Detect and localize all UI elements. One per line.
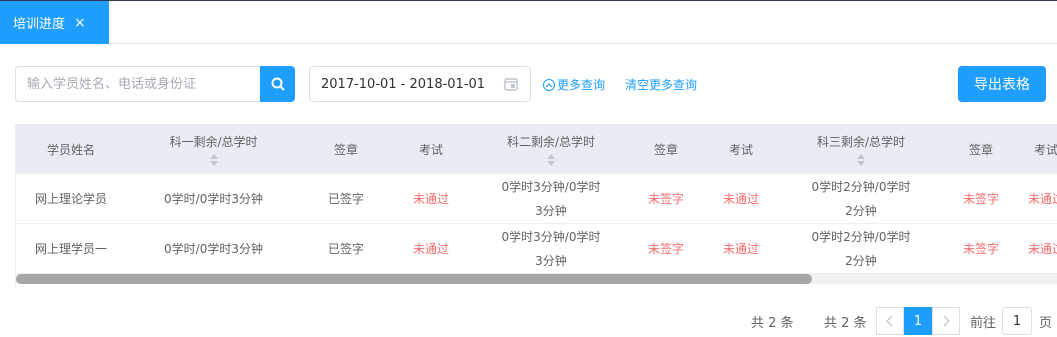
scrollbar-thumb[interactable]: [16, 274, 812, 284]
cell-exam: 未通过: [412, 242, 449, 256]
chevron-up-circle-icon: [543, 78, 555, 91]
header-student-name: 学员姓名: [46, 142, 95, 157]
cell-signature: 已签字: [327, 242, 364, 256]
cell-subject3-hours: 0学时2分钟/0学时 2分钟: [811, 180, 911, 218]
goto-page-input[interactable]: 1: [1002, 307, 1032, 335]
date-range-picker[interactable]: 2017-10-01 - 2018-01-01: [309, 66, 531, 102]
header-signature: 签章: [653, 142, 678, 157]
header-exam: 考试: [418, 142, 443, 157]
sort-icon[interactable]: [857, 153, 865, 166]
cell-exam: 未通过: [1027, 242, 1057, 256]
calendar-icon: [504, 78, 518, 91]
chevron-left-icon: [886, 315, 893, 327]
date-range-value: 2017-10-01 - 2018-01-01: [321, 76, 486, 92]
cell-student-name: 网上理论学员: [34, 192, 107, 206]
pagination-total-count: 共 2 条: [824, 315, 867, 331]
close-icon[interactable]: ×: [74, 15, 86, 31]
header-subject2-hours[interactable]: 科二剩余/总学时: [471, 124, 631, 174]
cell-exam: 未通过: [722, 242, 759, 256]
goto-suffix: 页: [1039, 315, 1053, 331]
cell-student-name: 网上理学员一: [34, 242, 107, 256]
clear-query-link[interactable]: 清空更多查询: [625, 76, 697, 93]
more-query-label: 更多查询: [557, 78, 606, 92]
cell-subject3-hours: 0学时2分钟/0学时 2分钟: [811, 230, 911, 268]
search-input[interactable]: [15, 66, 260, 102]
header-exam: 考试: [728, 142, 753, 157]
tab-training-progress[interactable]: 培训进度 ×: [0, 1, 109, 44]
chevron-right-icon: [943, 315, 950, 327]
cell-signature: 未签字: [962, 242, 999, 256]
cell-exam: 未通过: [1027, 192, 1057, 206]
cell-signature: 未签字: [962, 192, 999, 206]
header-exam: 考试: [1033, 142, 1057, 157]
table-row: 网上理学员一 0学时/0学时3分钟 已签字 未通过 0学时3分钟/0学时 3分钟 …: [16, 224, 1057, 274]
cell-exam: 未通过: [412, 192, 449, 206]
cell-exam: 未通过: [722, 192, 759, 206]
table-row: 网上理论学员 0学时/0学时3分钟 已签字 未通过 0学时3分钟/0学时 3分钟 …: [16, 174, 1057, 224]
search-icon: [271, 77, 285, 91]
pagination-total: 共 2 条: [751, 315, 794, 331]
search-button[interactable]: [260, 66, 295, 102]
header-signature: 签章: [333, 142, 358, 157]
cell-subject1-hours: 0学时/0学时3分钟: [164, 192, 263, 206]
sort-icon[interactable]: [547, 153, 555, 166]
cell-signature: 未签字: [647, 242, 684, 256]
horizontal-scrollbar[interactable]: [16, 274, 1057, 284]
more-query-link[interactable]: 更多查询: [543, 76, 605, 93]
tab-bar: 培训进度 ×: [0, 0, 1057, 44]
cell-subject2-hours: 0学时3分钟/0学时 3分钟: [501, 180, 601, 218]
cell-subject2-hours: 0学时3分钟/0学时 3分钟: [501, 230, 601, 268]
tab-label: 培训进度: [13, 17, 66, 32]
next-page-button[interactable]: [932, 307, 960, 335]
header-subject1-hours[interactable]: 科一剩余/总学时: [126, 124, 301, 174]
cell-signature: 未签字: [647, 192, 684, 206]
header-signature: 签章: [968, 142, 993, 157]
header-subject3-hours[interactable]: 科三剩余/总学时: [781, 124, 941, 174]
sort-icon[interactable]: [209, 153, 218, 166]
table-header: 学员姓名 科一剩余/总学时 签章 考试 科二剩余/总学时 签章 考试 科三剩余/…: [16, 124, 1057, 174]
progress-table: 学员姓名 科一剩余/总学时 签章 考试 科二剩余/总学时 签章 考试 科三剩余/…: [15, 124, 1057, 286]
export-button[interactable]: 导出表格: [958, 66, 1046, 102]
goto-label: 前往: [970, 315, 997, 331]
prev-page-button[interactable]: [876, 307, 904, 335]
cell-signature: 已签字: [327, 192, 364, 206]
cell-subject1-hours: 0学时/0学时3分钟: [164, 242, 263, 256]
page-number-active[interactable]: 1: [904, 307, 932, 335]
